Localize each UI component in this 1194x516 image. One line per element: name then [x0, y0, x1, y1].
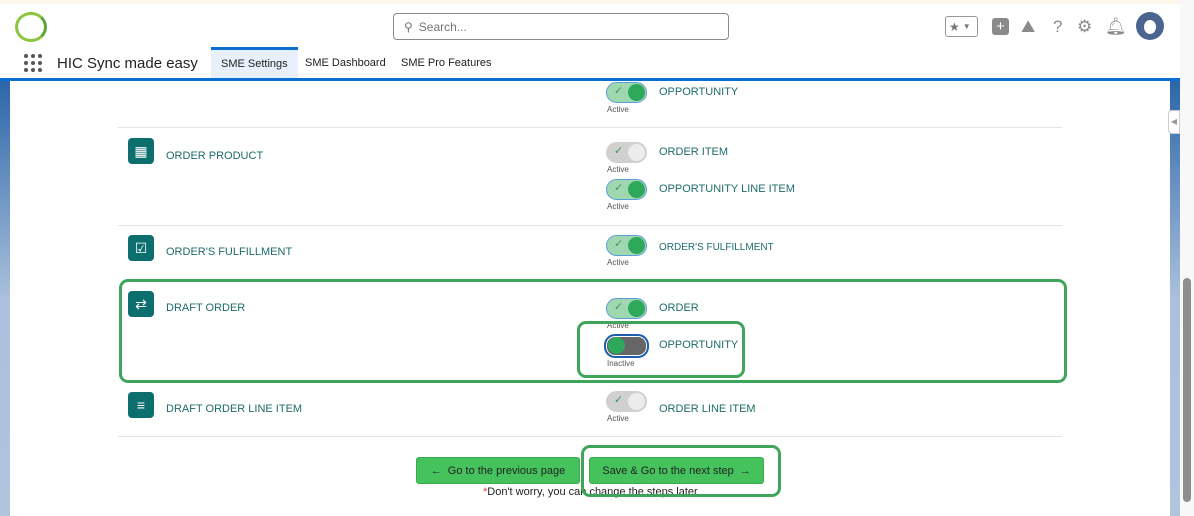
clipboard-check-icon: ☑ — [128, 235, 154, 261]
panel-toggle-button[interactable]: ◀ — [1168, 110, 1180, 134]
scrollbar-thumb[interactable] — [1183, 278, 1191, 502]
object-name: ORDER PRODUCT — [166, 150, 264, 162]
table-icon: ▦ — [128, 138, 154, 164]
avatar[interactable] — [1136, 12, 1164, 40]
toggle-orders-fulfillment[interactable]: ✓ — [606, 235, 647, 256]
top-strip — [0, 0, 1194, 4]
favorites-button[interactable]: ★ ▼ — [945, 16, 978, 37]
mapping-target: ORDER — [659, 302, 699, 314]
toggle-opportunity[interactable]: ✓ — [606, 82, 647, 103]
bell-icon[interactable]: 🔔︎ — [1105, 17, 1127, 37]
row-divider — [118, 225, 1062, 226]
toggle-status: Active — [607, 105, 629, 114]
tab-sme-settings[interactable]: SME Settings — [211, 47, 298, 78]
object-name: DRAFT ORDER — [166, 302, 246, 314]
arrow-left-icon: ← — [430, 464, 442, 477]
previous-page-button[interactable]: ← Go to the previous page — [416, 457, 580, 484]
row-divider — [118, 436, 1062, 437]
highlight-save-button — [581, 445, 781, 497]
mapping-target: ORDER LINE ITEM — [659, 403, 756, 415]
mapping-target: OPPORTUNITY — [659, 339, 739, 351]
object-name: ORDER'S FULFILLMENT — [166, 246, 293, 258]
toggle-opportunity-line-item[interactable]: ✓ — [606, 179, 647, 200]
chevron-down-icon: ▼ — [962, 22, 971, 31]
search-box[interactable]: ⚲ — [393, 13, 729, 40]
app-name: HIC Sync made easy — [57, 55, 198, 72]
tab-sme-pro-features[interactable]: SME Pro Features — [391, 47, 501, 78]
trailhead-icon[interactable]: ⛰ — [1021, 17, 1035, 37]
toggle-opportunity-draft[interactable] — [604, 334, 649, 358]
star-icon: ★ — [949, 19, 960, 34]
add-icon[interactable]: + — [992, 18, 1009, 35]
draft-order-icon: ⇄ — [128, 291, 154, 317]
toggle-order[interactable]: ✓ — [606, 298, 647, 319]
app-launcher-icon[interactable] — [24, 54, 42, 72]
toggle-order-item[interactable]: ✓ — [606, 142, 647, 163]
toggle-status: Active — [607, 165, 629, 174]
nav-divider — [0, 78, 1180, 81]
mapping-target: OPPORTUNITY — [659, 86, 739, 98]
tab-sme-dashboard[interactable]: SME Dashboard — [295, 47, 396, 78]
app-logo — [15, 12, 47, 42]
row-divider — [118, 127, 1062, 128]
search-icon: ⚲ — [404, 19, 413, 34]
toggle-status: Active — [607, 414, 629, 423]
toggle-order-line-item[interactable]: ✓ — [606, 391, 647, 412]
search-input[interactable] — [418, 19, 709, 34]
toggle-status: Inactive — [607, 359, 635, 368]
toggle-status: Active — [607, 258, 629, 267]
background-left — [0, 81, 10, 516]
mapping-target: ORDER'S FULFILLMENT — [659, 242, 774, 253]
gear-icon[interactable]: ⚙ — [1077, 17, 1092, 37]
draft-order-line-icon: ≡ — [128, 392, 154, 418]
help-icon[interactable]: ? — [1053, 17, 1062, 37]
mapping-target: OPPORTUNITY LINE ITEM — [659, 183, 795, 195]
toggle-status: Active — [607, 202, 629, 211]
object-name: DRAFT ORDER LINE ITEM — [166, 403, 303, 415]
background-right — [1170, 81, 1180, 516]
mapping-target: ORDER ITEM — [659, 146, 729, 158]
